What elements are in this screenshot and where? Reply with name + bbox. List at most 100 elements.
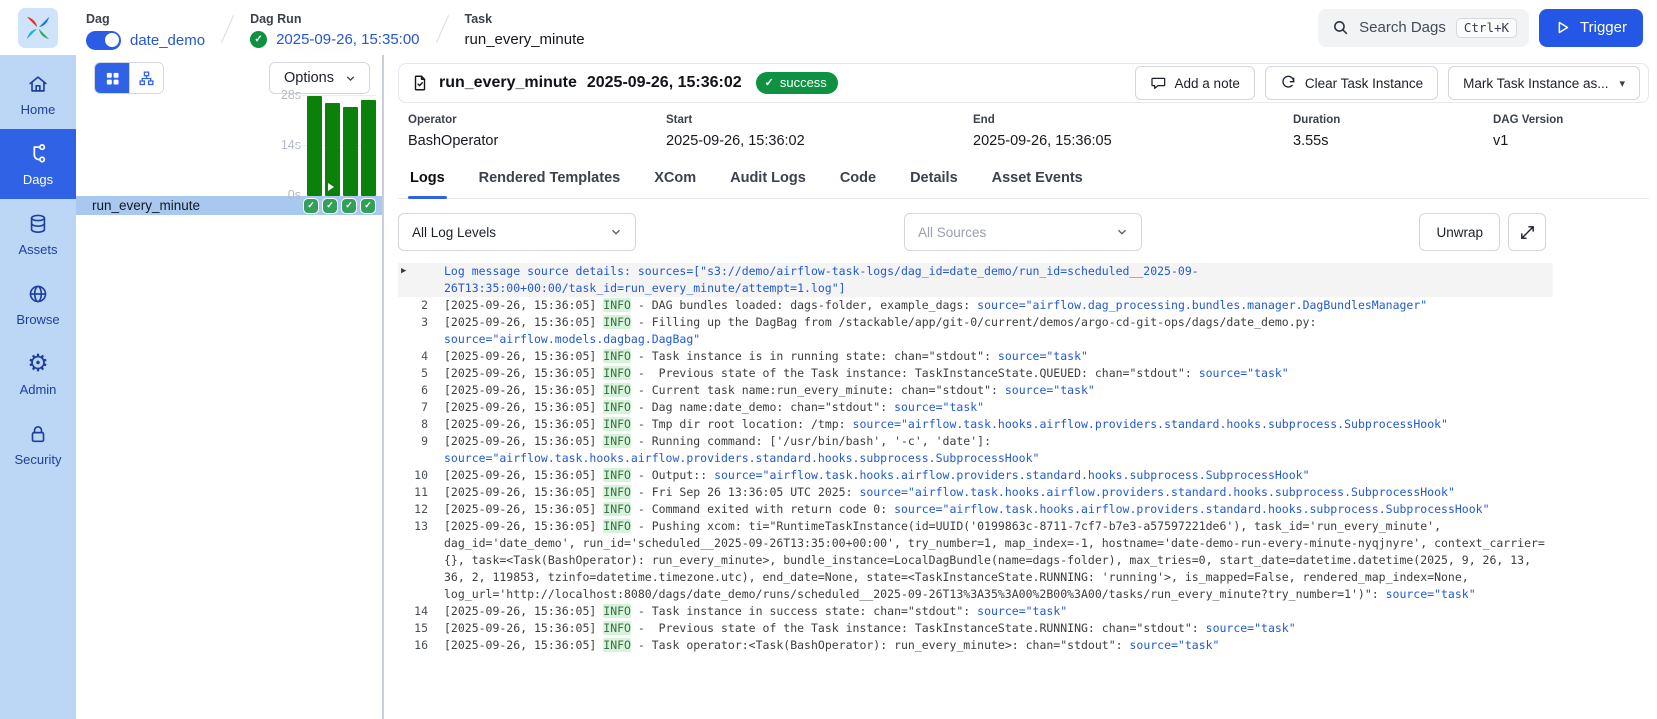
log-source-link[interactable]: source="airflow.models.dagbag.DagBag" [444, 332, 700, 346]
search-input[interactable]: Search Dags Ctrl+K [1318, 9, 1529, 47]
dag-link[interactable]: date_demo [130, 32, 205, 49]
log-timestamp: [2025-09-26, 15:36:05] [444, 485, 596, 499]
view-toggle [94, 62, 164, 94]
log-source-link[interactable]: source="task" [1129, 638, 1219, 652]
log-source-link[interactable]: source="task" [1386, 587, 1476, 601]
log-line: 9[2025-09-26, 15:36:05] INFO - Running c… [398, 433, 1553, 467]
meta-operator: OperatorBashOperator [408, 114, 666, 149]
log-summary-line[interactable]: ▶Log message source details: sources=["s… [398, 263, 1553, 297]
add-note-button[interactable]: Add a note [1135, 66, 1255, 100]
log-level-select[interactable]: All Log Levels [398, 213, 636, 251]
assets-icon [27, 213, 49, 235]
task-list-row[interactable]: run_every_minute ✓✓✓✓ [76, 196, 382, 215]
log-line-number: 15 [398, 620, 444, 637]
dag-pause-toggle[interactable] [86, 31, 121, 50]
log-timestamp: [2025-09-26, 15:36:05] [444, 298, 596, 312]
log-source-link[interactable]: source="airflow.task.hooks.airflow.provi… [444, 451, 1039, 465]
log-line-content: Log message source details: sources=["s3… [444, 263, 1553, 297]
clear-task-instance-button[interactable]: Clear Task Instance [1265, 66, 1438, 100]
task-success-chip[interactable]: ✓ [322, 198, 338, 214]
log-line: 12[2025-09-26, 15:36:05] INFO - Command … [398, 501, 1553, 518]
log-line: 10[2025-09-26, 15:36:05] INFO - Output::… [398, 467, 1553, 484]
y-axis-tick: 28s [261, 88, 301, 103]
run-duration-bar[interactable] [343, 107, 358, 196]
log-source-select[interactable]: All Sources [904, 213, 1142, 251]
log-text: - Tmp dir root location: /tmp: [631, 417, 853, 431]
mark-task-instance-as-button[interactable]: Mark Task Instance as... ▾ [1448, 66, 1640, 100]
tab-logs[interactable]: Logs [408, 161, 447, 198]
log-source-link[interactable]: source="airflow.task.hooks.airflow.provi… [894, 502, 1489, 516]
log-source-link[interactable]: source="airflow.task.hooks.airflow.provi… [714, 468, 1309, 482]
sidebar-item-home[interactable]: Home [0, 59, 76, 129]
log-line-number: 13 [398, 518, 444, 603]
graph-view-button[interactable] [129, 63, 163, 93]
log-line-number: 11 [398, 484, 444, 501]
log-source-link[interactable]: source="task" [894, 400, 984, 414]
meta-dag-version: DAG Versionv1 [1493, 114, 1647, 149]
airflow-logo[interactable] [18, 8, 58, 48]
tab-audit-logs[interactable]: Audit Logs [728, 161, 808, 198]
meta-value: v1 [1493, 133, 1647, 149]
task-label: Task [465, 12, 585, 26]
sidebar-item-dags[interactable]: Dags [0, 129, 76, 199]
log-level-badge: INFO [603, 485, 631, 499]
unwrap-button[interactable]: Unwrap [1419, 213, 1500, 251]
dag-run-link[interactable]: 2025-09-26, 15:35:00 [276, 31, 419, 48]
airflow-pinwheel-icon [24, 14, 52, 42]
sidebar-item-security[interactable]: Security [0, 409, 76, 479]
grid-view-button[interactable] [95, 63, 129, 93]
log-source-link[interactable]: Log message source details: sources=["s3… [444, 264, 1199, 295]
trigger-button[interactable]: Trigger [1539, 9, 1643, 47]
run-duration-bar[interactable] [361, 100, 376, 196]
sidebar-item-admin[interactable]: ⚙Admin [0, 339, 76, 409]
meta-label: Start [666, 114, 973, 126]
log-source-link[interactable]: source="task" [1206, 621, 1296, 635]
fullscreen-button[interactable] [1508, 213, 1546, 251]
log-text: - Filling up the DagBag from /stackable/… [631, 315, 1323, 329]
log-source-link[interactable]: source="airflow.dag_processing.bundles.m… [977, 298, 1427, 312]
log-line-content: [2025-09-26, 15:36:05] INFO - Current ta… [444, 382, 1553, 399]
log-source-link[interactable]: source="task" [1199, 366, 1289, 380]
log-level-badge: INFO [603, 349, 631, 363]
log-line: 15[2025-09-26, 15:36:05] INFO - Previous… [398, 620, 1553, 637]
tab-asset-events[interactable]: Asset Events [990, 161, 1085, 198]
dags-icon [27, 143, 49, 165]
log-line-content: [2025-09-26, 15:36:05] INFO - Fri Sep 26… [444, 484, 1553, 501]
log-source-link[interactable]: source="task" [977, 604, 1067, 618]
log-line-content: [2025-09-26, 15:36:05] INFO - Running co… [444, 433, 1553, 467]
log-source-link[interactable]: source="task" [998, 349, 1088, 363]
sidebar-item-label: Browse [16, 312, 59, 327]
log-source-link[interactable]: source="airflow.task.hooks.airflow.provi… [859, 485, 1454, 499]
sidebar-item-label: Home [21, 102, 56, 117]
log-text: - Dag name:date_demo: chan="stdout": [631, 400, 894, 414]
log-level-badge: INFO [603, 434, 631, 448]
log-level-badge: INFO [603, 519, 631, 533]
log-level-badge: INFO [603, 417, 631, 431]
task-success-chip[interactable]: ✓ [360, 198, 376, 214]
log-line-content: [2025-09-26, 15:36:05] INFO - Command ex… [444, 501, 1553, 518]
meta-value: 2025-09-26, 15:36:02 [666, 133, 973, 149]
task-success-chip[interactable]: ✓ [303, 198, 319, 214]
run-duration-bar[interactable] [325, 103, 340, 196]
tab-code[interactable]: Code [838, 161, 878, 198]
breadcrumb-separator [435, 15, 448, 43]
task-success-chip[interactable]: ✓ [341, 198, 357, 214]
meta-label: Duration [1293, 114, 1493, 126]
log-source-link[interactable]: source="airflow.task.hooks.airflow.provi… [853, 417, 1448, 431]
tab-xcom[interactable]: XCom [652, 161, 698, 198]
tab-details[interactable]: Details [908, 161, 960, 198]
meta-value: 3.55s [1293, 133, 1493, 149]
sidebar-item-browse[interactable]: Browse [0, 269, 76, 339]
selected-run-marker [328, 183, 334, 191]
tab-rendered-templates[interactable]: Rendered Templates [477, 161, 623, 198]
run-duration-bar[interactable] [307, 96, 322, 196]
log-source-link[interactable]: source="task" [1005, 383, 1095, 397]
log-timestamp: [2025-09-26, 15:36:05] [444, 349, 596, 363]
sidebar-item-assets[interactable]: Assets [0, 199, 76, 269]
log-level-badge: INFO [603, 366, 631, 380]
log-line-number: 5 [398, 365, 444, 382]
options-label: Options [284, 70, 334, 86]
log-line-number: 7 [398, 399, 444, 416]
log-line: 7[2025-09-26, 15:36:05] INFO - Dag name:… [398, 399, 1553, 416]
log-text: - DAG bundles loaded: dags-folder, examp… [631, 298, 977, 312]
